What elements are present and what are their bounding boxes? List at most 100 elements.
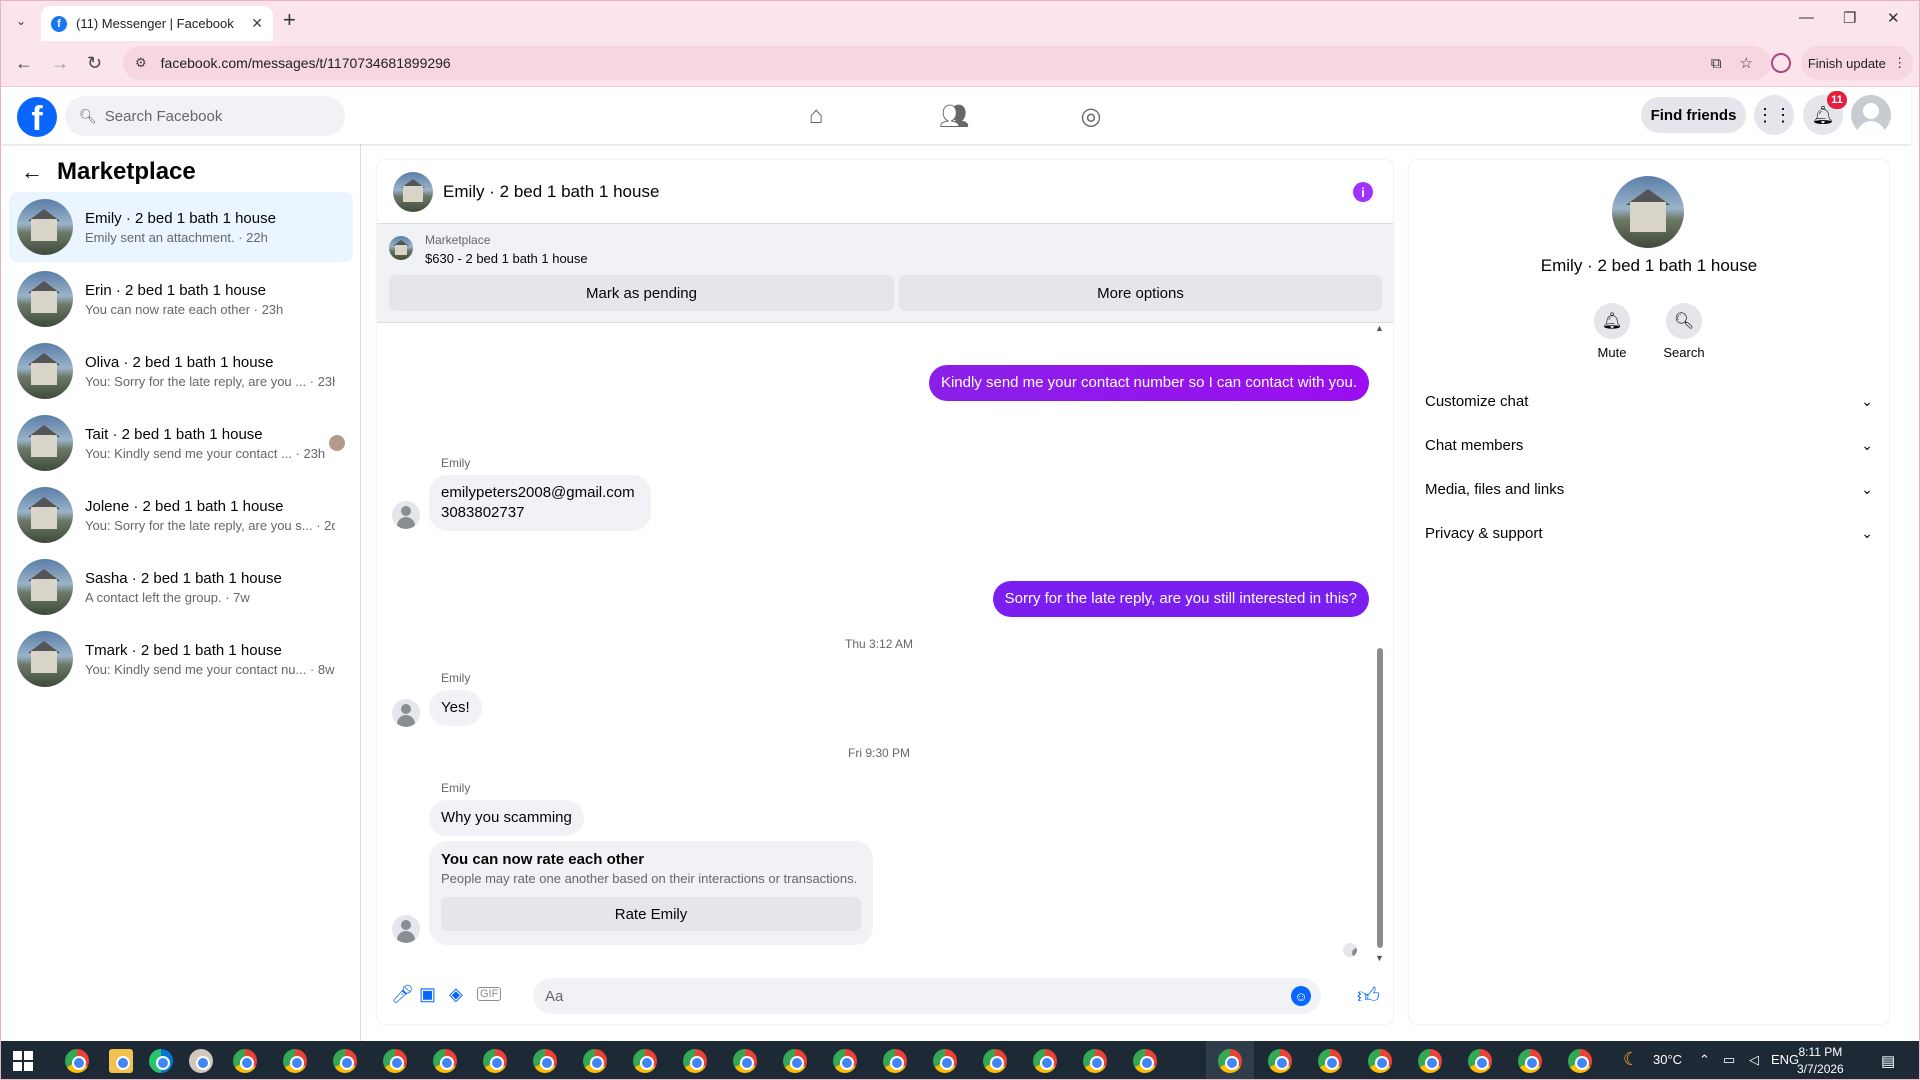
install-app-icon[interactable]: ⧉ [1711,55,1722,72]
chrome-taskbar-icon[interactable] [683,1049,707,1073]
reload-button[interactable]: ↻ [87,53,102,74]
sender-avatar[interactable] [392,699,420,727]
chrome-taskbar-icon[interactable] [1468,1049,1492,1073]
incoming-message[interactable]: emilypeters2008@gmail.com 3083802737 [429,475,651,531]
chrome-taskbar-icon[interactable] [233,1049,257,1073]
conversation-item[interactable]: Sasha · 2 bed 1 bath 1 house A contact le… [9,552,353,622]
network-icon[interactable]: ▭ [1723,1052,1735,1068]
chat-thumbnail[interactable] [393,171,433,212]
home-icon[interactable]: ⌂ [801,101,831,131]
rate-emily-button[interactable]: Rate Emily [441,897,861,931]
chrome-taskbar-icon[interactable] [1133,1049,1157,1073]
mute-action[interactable]: 🔔︎ Mute [1582,303,1642,360]
conversation-item[interactable]: Emily · 2 bed 1 bath 1 house Emily sent a… [9,192,353,262]
groups-icon[interactable]: ◎ [1076,101,1106,131]
search-action[interactable]: 🔍︎ Search [1654,303,1714,360]
chrome-taskbar-icon[interactable] [983,1049,1007,1073]
volume-icon[interactable]: ◁ [1749,1052,1759,1068]
search-facebook-input[interactable]: 🔍︎ Search Facebook [65,96,345,136]
windows-start-icon[interactable] [13,1051,33,1071]
media-files-links-section[interactable]: Media, files and links ⌄ [1425,467,1873,511]
clock[interactable]: 8:11 PM 3/7/2026 [1797,1044,1844,1078]
gif-icon[interactable]: GIF [477,987,502,1001]
language-indicator[interactable]: ENG [1771,1052,1799,1067]
chrome-taskbar-icon[interactable] [1518,1049,1542,1073]
message-scrollbar[interactable]: ▲ ▼ [1375,323,1385,963]
microphone-icon[interactable]: 🎤︎ [391,984,414,1005]
app-taskbar-icon[interactable] [189,1049,213,1073]
like-thumb-icon[interactable]: 👍︎ [1357,982,1380,1009]
scroll-thumb[interactable] [1377,648,1383,948]
privacy-support-section[interactable]: Privacy & support ⌄ [1425,511,1873,555]
photo-icon[interactable]: ▣ [419,984,436,1005]
chrome-taskbar-icon[interactable] [333,1049,357,1073]
chrome-taskbar-icon[interactable] [583,1049,607,1073]
close-tab-icon[interactable]: ✕ [251,15,263,32]
new-tab-button[interactable]: + [283,9,296,31]
chrome-taskbar-icon[interactable] [1368,1049,1392,1073]
account-avatar[interactable] [1851,95,1891,135]
edge-icon[interactable] [149,1049,173,1073]
conversation-item[interactable]: Tmark · 2 bed 1 bath 1 house You: Kindly … [9,624,353,694]
notification-center-icon[interactable]: ▤ [1881,1052,1895,1070]
scroll-down-icon[interactable]: ▼ [1375,953,1384,963]
chrome-taskbar-icon[interactable] [1318,1049,1342,1073]
close-window-button[interactable]: ✕ [1887,9,1900,27]
facebook-logo-icon[interactable]: f [17,97,57,137]
chrome-taskbar-icon[interactable] [383,1049,407,1073]
page-scrollbar[interactable] [1911,87,1919,1041]
chrome-taskbar-icon[interactable] [1418,1049,1442,1073]
bookmark-star-icon[interactable]: ☆ [1740,54,1753,72]
search-icon[interactable]: 🔍︎ [1666,303,1702,339]
chrome-taskbar-icon[interactable] [783,1049,807,1073]
site-info-icon[interactable]: ⚙ [135,55,147,71]
sticker-icon[interactable]: ◈ [449,984,463,1005]
listing-title[interactable]: $630 - 2 bed 1 bath 1 house [425,251,588,266]
sender-avatar[interactable] [392,915,420,943]
mark-as-pending-button[interactable]: Mark as pending [389,275,894,311]
outgoing-message[interactable]: Sorry for the late reply, are you still … [992,581,1369,617]
conversation-item[interactable]: Oliva · 2 bed 1 bath 1 house You: Sorry f… [9,336,353,406]
file-explorer-icon[interactable] [109,1049,133,1073]
chrome-taskbar-icon[interactable] [65,1049,89,1073]
chrome-taskbar-icon[interactable] [483,1049,507,1073]
chat-title[interactable]: Emily · 2 bed 1 bath 1 house [443,182,659,202]
profile-icon[interactable] [1771,53,1791,73]
forward-button[interactable]: → [51,53,69,74]
chrome-taskbar-icon[interactable] [933,1049,957,1073]
chrome-taskbar-icon[interactable] [733,1049,757,1073]
back-arrow-icon[interactable]: ← [21,159,43,185]
chrome-taskbar-icon[interactable] [283,1049,307,1073]
chrome-taskbar-icon[interactable] [433,1049,457,1073]
chrome-taskbar-icon-active[interactable] [1218,1049,1242,1073]
menu-grid-icon[interactable]: ⋮⋮ [1754,95,1794,135]
more-options-button[interactable]: More options [899,275,1382,311]
bell-icon[interactable]: 🔔︎ [1594,303,1630,339]
incoming-message[interactable]: Yes! [429,690,482,726]
sender-avatar[interactable] [392,501,420,529]
minimize-button[interactable]: — [1799,9,1814,26]
tab-search-chevron-icon[interactable]: ⌄ [11,11,31,31]
details-thumbnail[interactable] [1612,176,1684,248]
listing-thumbnail[interactable] [389,236,413,260]
chrome-taskbar-icon[interactable] [1568,1049,1592,1073]
browser-tab[interactable]: f (11) Messenger | Facebook ✕ [41,6,273,41]
back-button[interactable]: ← [15,53,33,74]
info-icon[interactable]: i [1353,182,1373,202]
weather-temp[interactable]: 30°C [1653,1052,1682,1067]
conversation-item[interactable]: Erin · 2 bed 1 bath 1 house You can now r… [9,264,353,334]
restore-button[interactable]: ❐ [1843,9,1856,27]
message-input[interactable]: Aa ☺ [533,978,1321,1014]
outgoing-message[interactable]: Kindly send me your contact number so I … [928,365,1369,401]
emoji-icon[interactable]: ☺ [1291,986,1311,1006]
customize-chat-section[interactable]: Customize chat ⌄ [1425,379,1873,423]
conversation-item[interactable]: Jolene · 2 bed 1 bath 1 house You: Sorry … [9,480,353,550]
incoming-message[interactable]: Why you scamming [429,800,584,836]
chrome-taskbar-icon[interactable] [833,1049,857,1073]
find-friends-button[interactable]: Find friends [1641,97,1746,133]
chat-members-section[interactable]: Chat members ⌄ [1425,423,1873,467]
chrome-taskbar-icon[interactable] [1083,1049,1107,1073]
chrome-taskbar-icon[interactable] [1268,1049,1292,1073]
friends-icon[interactable]: 👥︎ [939,101,969,131]
weather-icon[interactable]: ☾ [1623,1049,1639,1070]
